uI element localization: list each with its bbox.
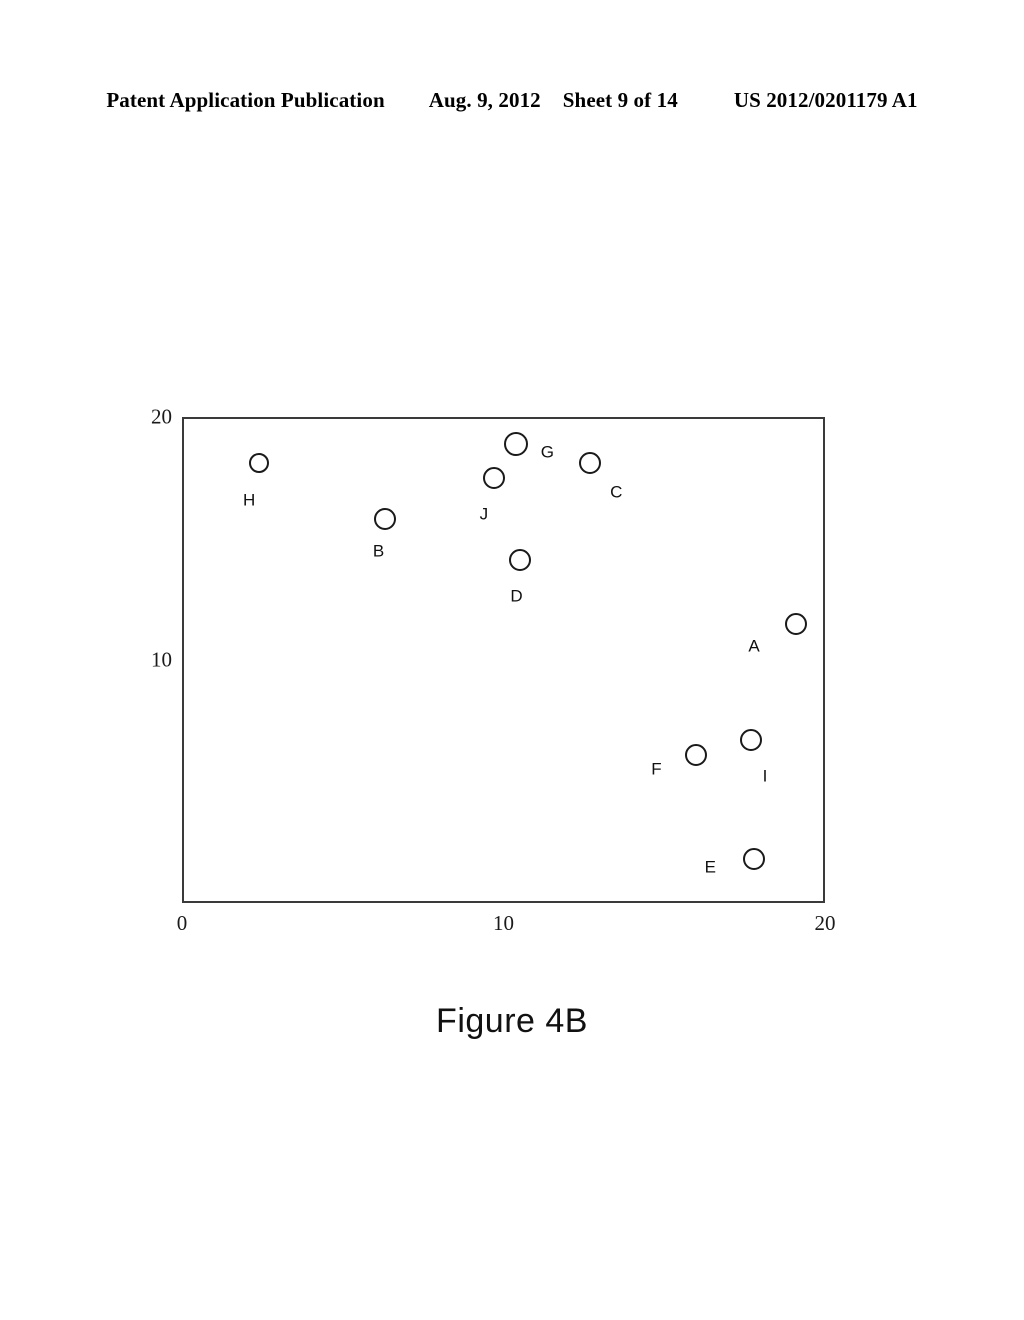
data-point-label-d: D [510, 586, 523, 606]
data-point-a [785, 612, 808, 635]
data-point-label-g: G [540, 442, 554, 462]
x-axis-tick-label: 10 [493, 911, 514, 935]
data-point-b [373, 508, 396, 531]
data-point-label-i: I [762, 766, 768, 786]
plot-frame [182, 417, 825, 903]
y-axis-tick-label: 20 [151, 404, 172, 429]
y-axis-tick-label: 10 [151, 647, 172, 672]
x-axis-tick-label: 0 [176, 911, 188, 935]
data-point-label-a: A [748, 636, 760, 656]
figure-caption: Figure 4B [436, 1002, 588, 1040]
data-point-label-f: F [651, 759, 662, 779]
data-point-d [508, 549, 531, 572]
data-point-label-b: B [372, 541, 385, 561]
x-axis-tick-label: 20 [814, 911, 836, 935]
data-point-f [685, 743, 708, 766]
data-point-label-e: E [704, 857, 716, 877]
data-point-g [504, 431, 529, 456]
data-point-label-c: C [610, 482, 623, 502]
data-point-label-j: J [479, 504, 489, 524]
data-point-label-h: H [243, 490, 256, 510]
figure-4b: 10 20 0 10 20 A B C D E F G H I J Figure 4B [0, 0, 1024, 1320]
scatter-chart: 10 20 0 10 20 A B C D E F G H I J [0, 0, 1024, 1320]
data-point-j [482, 466, 505, 489]
